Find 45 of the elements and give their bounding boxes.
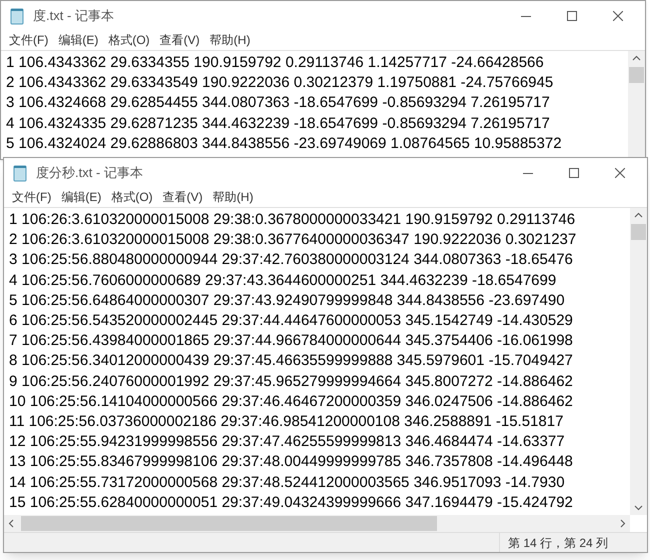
text-line: 2 106.4343362 29.63343549 190.9222036 0.30212379 1.19750881 -24.75766945: [6, 73, 554, 94]
text-line: 5 106:25:56.64864000000307 29:37:43.92490799999848 344.8438556 -23.697490: [9, 290, 565, 311]
text-line: 14 106:25:55.73172000000568 29:37:48.524412000003565 346.9517093 -14.7930: [9, 472, 565, 493]
text-line: 3 106:25:56.880480000000944 29:37:42.760380000003124 344.0807363 -18.65476: [9, 250, 573, 270]
vertical-scrollbar[interactable]: [628, 51, 645, 159]
text-line: 7 106:25:56.43984000001865 29:37:44.966784000000644 345.3754406 -16.061998: [9, 331, 573, 352]
text-line: 10 106:25:56.14104000000566 29:37:46.46467200000359 346.0247506 -14.886462: [9, 392, 573, 412]
text-line: 4 106:25:56.7606000000689 29:37:43.3644600000251 344.4632239 -18.6547699: [9, 270, 556, 291]
window-title: 度.txt - 记事本: [33, 6, 115, 25]
text-line: 1 106:26:3.610320000015008 29:38:0.3678000000033421 190.9159792 0.29113746: [9, 210, 576, 230]
text-line: 5 106.4324024 29.62886803 344.8438556 -23.69749069 1.08764565 10.95885372: [6, 134, 562, 154]
menu-item[interactable]: 格式(O): [107, 188, 157, 206]
text-line: 13 106:25:55.83467999998106 29:37:48.00449999999785 346.7357808 -14.496448: [9, 452, 573, 472]
menu-item[interactable]: 格式(O): [104, 31, 154, 49]
menu-item[interactable]: 文件(F): [8, 188, 56, 206]
text-line: 11 106:25:56.03736000002186 29:37:46.98541200000108 346.2588891 -15.51817: [9, 412, 564, 432]
maximize-icon: [569, 168, 579, 178]
vertical-scrollbar[interactable]: [630, 208, 647, 515]
notepad-icon: [9, 6, 25, 24]
scrollbar-thumb[interactable]: [631, 224, 646, 240]
text-line: 4 106.4324335 29.62871235 344.4632239 -18.6547699 -0.85693294 7.26195717: [6, 114, 550, 134]
text-line: 2 106:26:3.610320000015008 29:38:0.36776400000036347 190.9222036 0.3021237: [9, 230, 576, 250]
menu-item[interactable]: 编辑(E): [54, 31, 102, 49]
close-icon: [615, 168, 625, 178]
horizontal-scrollbar[interactable]: [4, 515, 630, 532]
menu-item[interactable]: 查看(V): [158, 188, 207, 206]
text-line: 3 106.4324668 29.62854455 344.0807363 -18.6547699 -0.85693294 7.26195717: [6, 93, 550, 114]
scrollbar-thumb[interactable]: [629, 67, 644, 83]
menu-item[interactable]: 帮助(H): [206, 31, 254, 49]
text-line: 8 106:25:56.34012000000439 29:37:45.46635599999888 345.5979601 -15.7049427: [9, 351, 573, 372]
menu-item[interactable]: 帮助(H): [208, 188, 258, 206]
menu-item[interactable]: 文件(F): [5, 31, 52, 49]
text-line: 1 106.4343362 29.6334355 190.9159792 0.29113746 1.14257717 -24.66428566: [6, 53, 544, 73]
text-line: 6 106:25:56.543520000002445 29:37:44.44647600000053 345.1542749 -14.430529: [9, 311, 573, 332]
text-line: 15 106:25:55.62840000000051 29:37:49.04324399999666 347.1694479 -15.424792: [9, 492, 573, 513]
window-title: 度分秒.txt - 记事本: [36, 164, 144, 182]
menu-item[interactable]: 查看(V): [156, 31, 204, 49]
text-line: 12 106:25:55.94231999998556 29:37:47.46255599999813 346.4684474 -14.63377: [9, 432, 565, 452]
cursor-position: 第 14 行，第 24 列: [508, 534, 608, 552]
text-line: 9 106:25:56.24076000001992 29:37:45.965279999994664 345.8007272 -14.886462: [9, 372, 573, 392]
scrollbar-thumb[interactable]: [21, 516, 437, 531]
menu-item[interactable]: 编辑(E): [57, 188, 106, 206]
close-icon: [613, 10, 623, 20]
maximize-icon: [567, 10, 577, 20]
notepad-icon: [12, 164, 28, 182]
